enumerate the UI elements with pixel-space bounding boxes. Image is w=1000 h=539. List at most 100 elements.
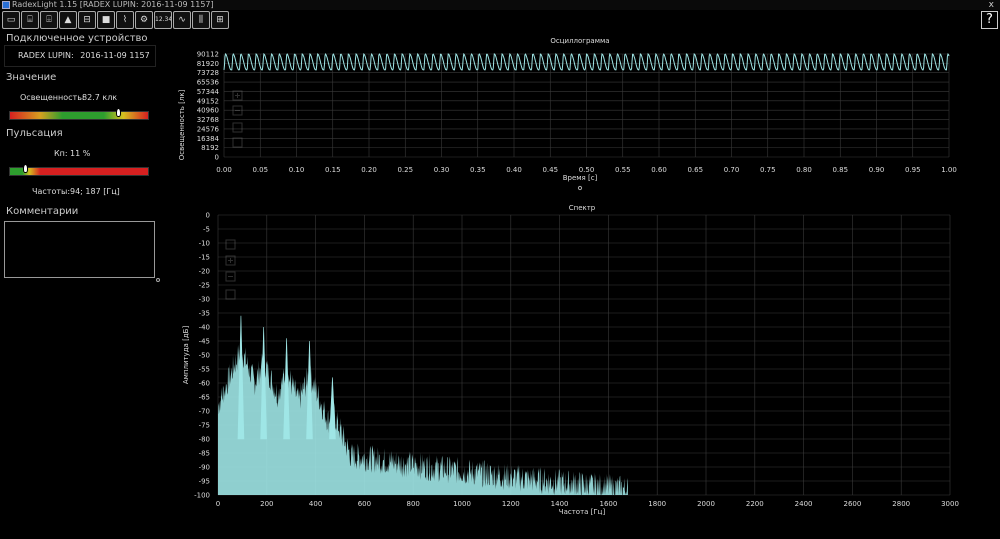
spec-y-tick-label: -80	[199, 436, 210, 444]
osc-x-tick-label: 0.90	[869, 166, 885, 174]
spec-fit-icon[interactable]	[225, 289, 236, 300]
stop-icon[interactable]: ■	[97, 11, 115, 29]
device-name: RADEX LUPIN:	[18, 51, 74, 60]
illuminance-label: Освещенность:	[20, 93, 85, 102]
osc-y-tick-label: 65536	[197, 79, 220, 87]
osc-x-tick-label: 0.80	[796, 166, 812, 174]
osc-x-tick-label: 0.35	[470, 166, 486, 174]
spec-x-tick-label: 600	[358, 500, 371, 508]
osc-x-tick-label: 0.45	[542, 166, 558, 174]
osc-y-tick-label: 0	[215, 154, 219, 162]
osc-x-tick-label: 0.65	[687, 166, 703, 174]
spec-y-tick-label: -15	[199, 254, 210, 262]
osc-xlabel: Время [с]	[563, 174, 598, 182]
open-folder-icon[interactable]: ⌸	[21, 11, 39, 29]
osc-y-tick-label: 90112	[197, 51, 219, 59]
osc-y-tick-label: 57344	[197, 88, 220, 96]
spec-x-tick-label: 2200	[746, 500, 764, 508]
spec-x-tick-label: 0	[216, 500, 220, 508]
osc-y-tick-label: 32768	[197, 116, 219, 124]
signal-icon[interactable]: ⌇	[116, 11, 134, 29]
illuminance-value: 82.7 клк	[82, 93, 118, 102]
left-panel: Подключенное устройство RADEX LUPIN: 201…	[0, 30, 162, 539]
osc-y-ticks: 9011281920737286553657344491524096032768…	[197, 51, 220, 162]
close-button[interactable]: x	[989, 0, 994, 10]
eject-icon[interactable]: ▲	[59, 11, 77, 29]
toolbar: ▭ ⌸ ⌹ ▲ ⊟ ■ ⌇ ⚙ 12.34 ∿ ⫼ ⊞	[0, 10, 1000, 30]
spec-ylabel: Амплитуда [дБ]	[182, 326, 190, 385]
device-date: 2016-11-09 1157	[80, 51, 150, 60]
osc-x-tick-label: 0.10	[289, 166, 305, 174]
osc-ylabel: Освещенность [лк]	[178, 89, 186, 160]
device-icon[interactable]: ⚙	[135, 11, 153, 29]
osc-x-tick-label: 0.50	[579, 166, 595, 174]
open-file-icon[interactable]: ⌹	[40, 11, 58, 29]
spec-y-tick-label: -90	[199, 464, 210, 472]
osc-x-tick-label: 0.30	[434, 166, 450, 174]
spec-series-area	[218, 342, 628, 495]
reset-icon[interactable]	[232, 137, 243, 148]
osc-x-tick-label: 0.55	[615, 166, 631, 174]
freq-label: Частоты:	[32, 187, 71, 196]
spec-y-tick-label: -45	[199, 338, 210, 346]
spec-y-tick-label: -50	[199, 352, 210, 360]
spec-x-tick-label: 2600	[843, 500, 861, 508]
spec-title: Спектр	[569, 204, 596, 212]
osc-x-tick-label: 0.05	[252, 166, 268, 174]
spec-zoom-box-icon[interactable]	[225, 239, 236, 250]
comments-header: Комментарии	[6, 206, 79, 217]
spec-y-tick-label: -100	[194, 492, 210, 500]
osc-y-tick-label: 73728	[197, 69, 219, 77]
osc-x-tick-label: 1.00	[941, 166, 957, 174]
spec-y-tick-label: -65	[199, 394, 210, 402]
save-icon[interactable]: ⊟	[78, 11, 96, 29]
spec-x-tick-label: 400	[309, 500, 322, 508]
spec-y-tick-label: -95	[199, 478, 210, 486]
osc-scroll-handle[interactable]	[577, 185, 583, 191]
spec-y-tick-label: -60	[199, 380, 210, 388]
osc-x-tick-label: 0.25	[397, 166, 413, 174]
app-icon	[2, 1, 10, 9]
spec-x-tick-label: 3000	[941, 500, 959, 508]
waveform-icon[interactable]: ∿	[173, 11, 191, 29]
osc-title: Осциллограмма	[550, 37, 609, 45]
pulsation-marker	[23, 164, 29, 173]
freq-value: 94; 187 [Гц]	[70, 187, 120, 196]
osc-x-tick-label: 0.20	[361, 166, 377, 174]
spec-x-tick-label: 1400	[551, 500, 569, 508]
osc-x-tick-label: 0.85	[832, 166, 848, 174]
osc-x-ticks: 0.00 0.05 0.10 0.15 0.20 0.25 0.30 0.35 0.40 0.45…	[216, 166, 957, 174]
osc-x-tick-label: 0.15	[325, 166, 341, 174]
spectrum-icon[interactable]: ⫼	[192, 11, 210, 29]
osc-grid	[223, 53, 950, 158]
spec-y-tick-label: -10	[199, 240, 210, 248]
spec-y-tick-label: -75	[199, 422, 210, 430]
oscillogram-chart: Осциллограмма 90112819207372865536573444…	[178, 37, 957, 191]
comments-textarea[interactable]	[4, 221, 155, 278]
value-header: Значение	[6, 72, 57, 83]
spec-x-tick-label: 1000	[453, 500, 471, 508]
resize-handle[interactable]	[156, 278, 160, 282]
spec-y-tick-label: -30	[199, 296, 210, 304]
osc-x-tick-label: 0.60	[651, 166, 667, 174]
spec-x-tick-label: 1800	[648, 500, 666, 508]
osc-y-tick-label: 8192	[201, 144, 219, 152]
spec-x-tick-label: 800	[407, 500, 420, 508]
new-window-icon[interactable]: ▭	[2, 11, 20, 29]
fit-icon[interactable]	[232, 122, 243, 133]
help-button[interactable]: ?	[981, 11, 998, 29]
title-bar: RadexLight 1.15 [RADEX LUPIN: 2016-11-09…	[0, 0, 1000, 10]
pulsation-bar	[9, 164, 149, 176]
spec-y-tick-label: -20	[199, 268, 210, 276]
clock-icon[interactable]: 12.34	[154, 11, 172, 29]
layout-icon[interactable]: ⊞	[211, 11, 229, 29]
kp-label: Кп:	[54, 149, 68, 158]
spec-y-tick-label: -35	[199, 310, 210, 318]
osc-y-tick-label: 16384	[197, 135, 220, 143]
window-title: RadexLight 1.15 [RADEX LUPIN: 2016-11-09…	[12, 0, 214, 9]
spec-y-tick-label: -40	[199, 324, 210, 332]
spec-x-tick-label: 1600	[599, 500, 617, 508]
osc-zoom-controls	[232, 90, 243, 148]
spec-y-tick-label: 0	[206, 212, 210, 220]
pulsation-header: Пульсация	[6, 128, 63, 139]
